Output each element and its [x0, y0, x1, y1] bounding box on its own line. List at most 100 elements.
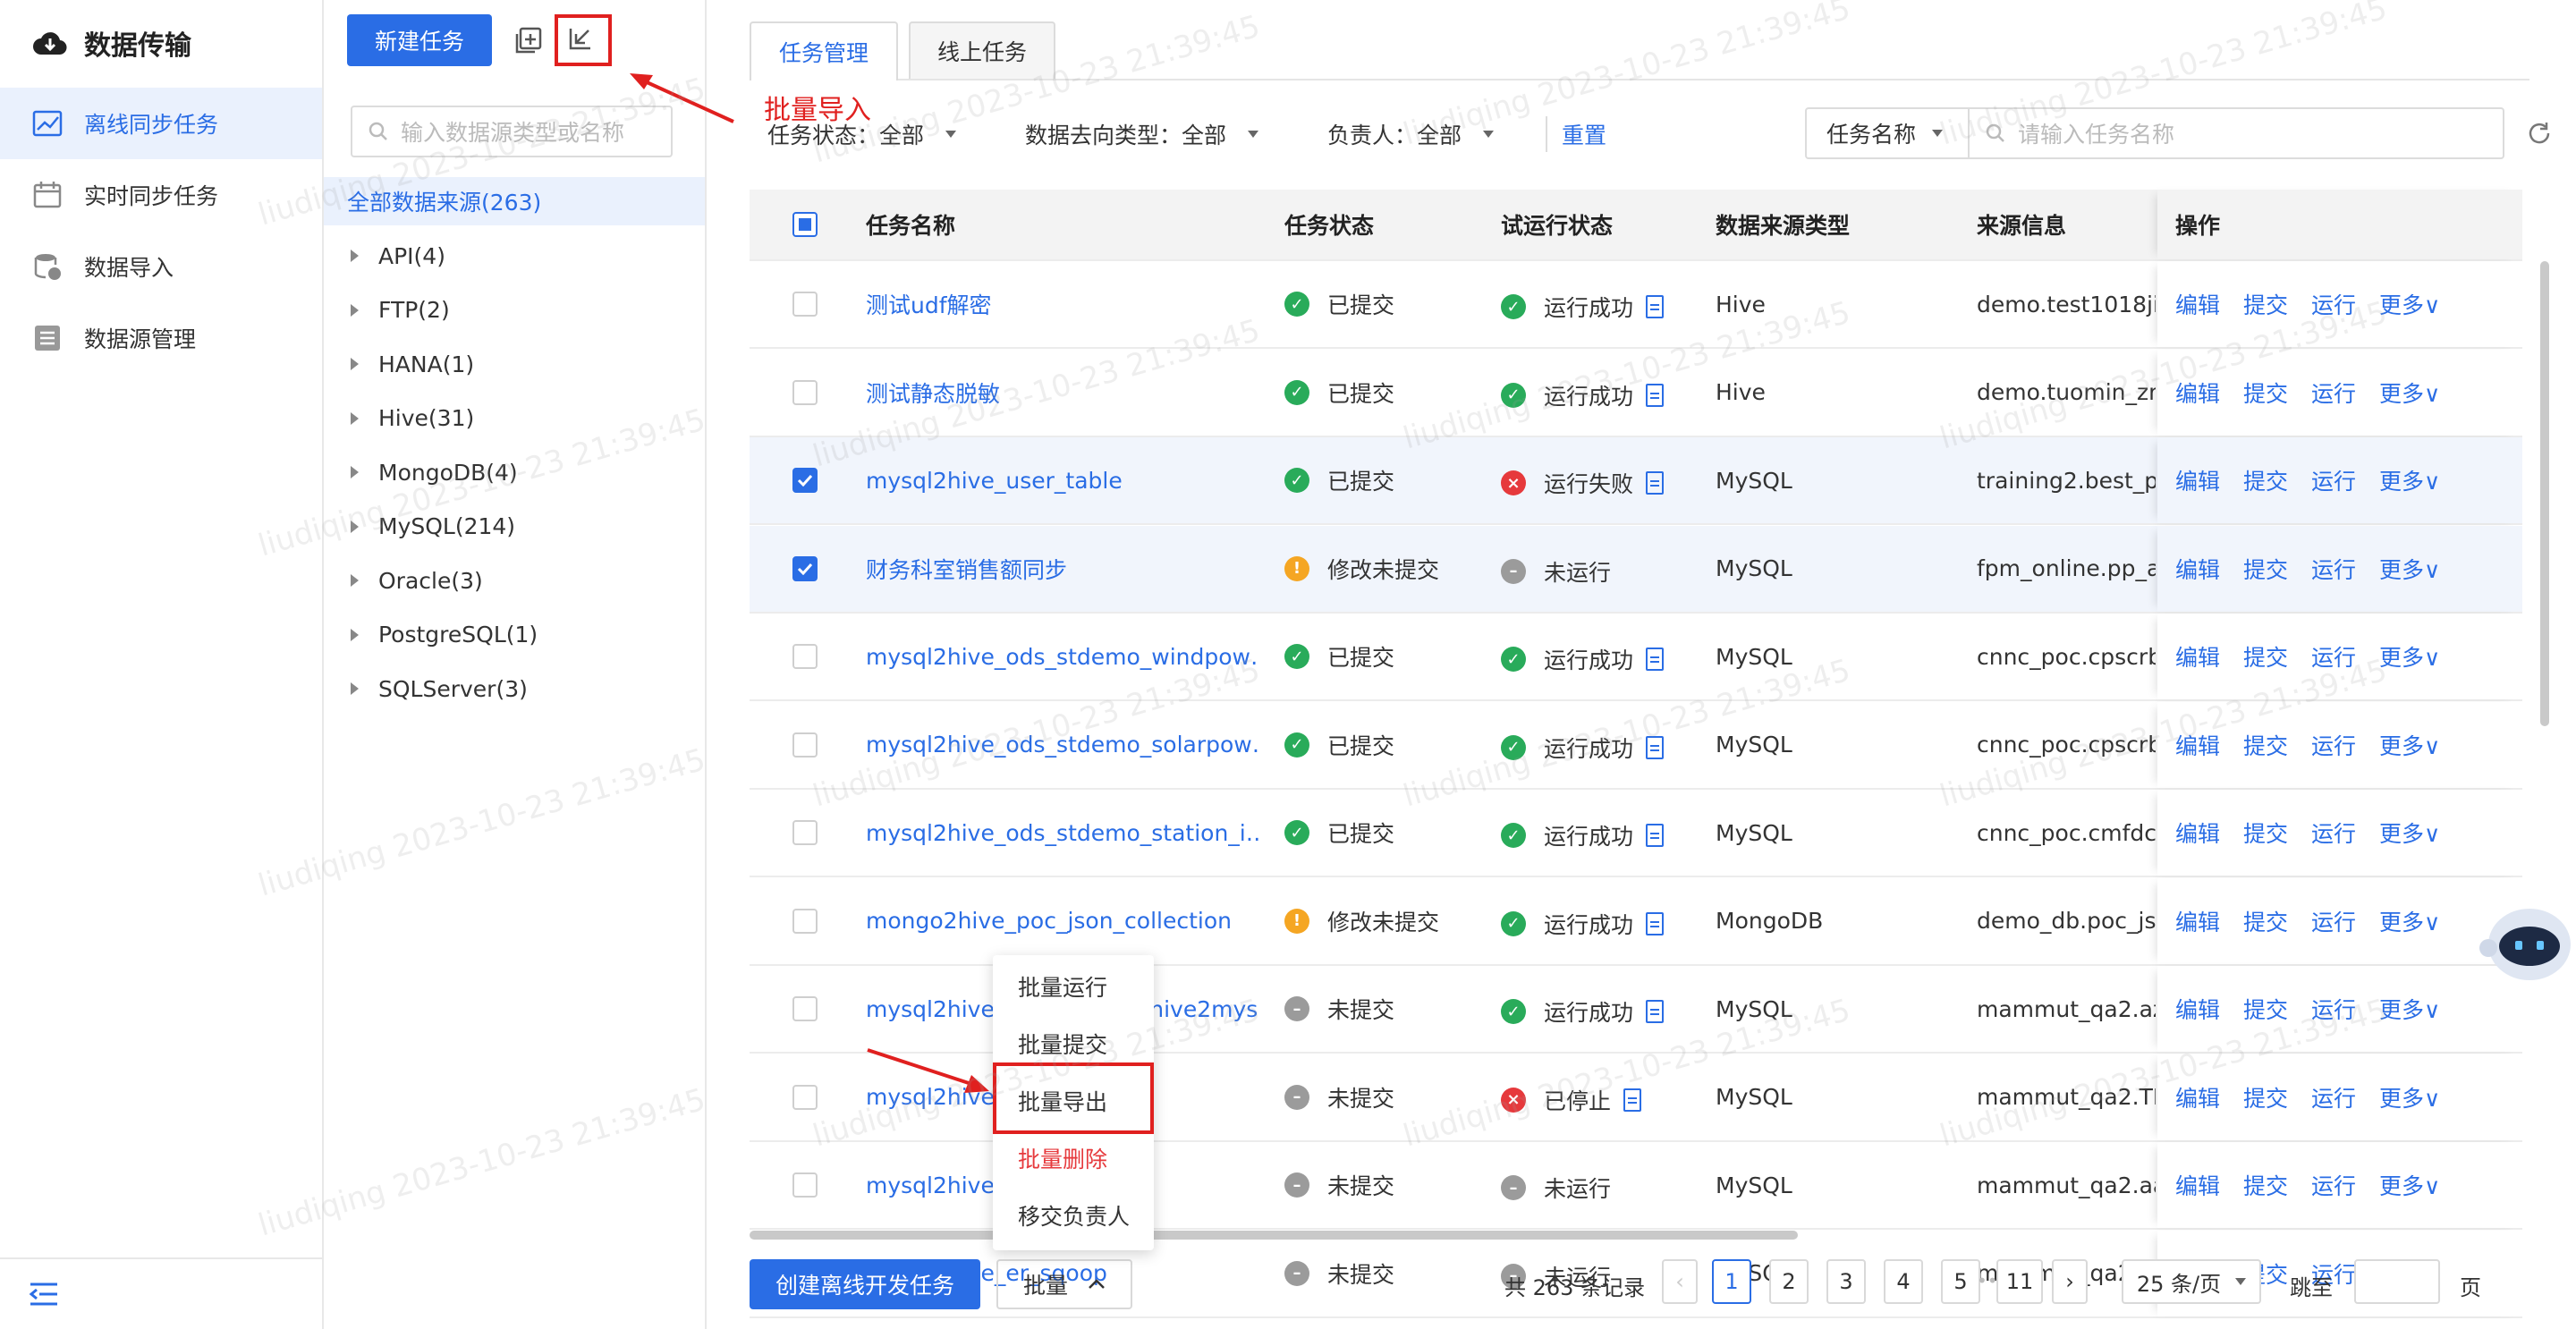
jump-page-input[interactable]: [2354, 1259, 2440, 1304]
task-name-link[interactable]: 财务科室销售额同步: [866, 526, 1259, 612]
tree-item[interactable]: FTP(2): [351, 291, 450, 330]
run-button[interactable]: 运行: [2311, 729, 2356, 761]
run-button[interactable]: 运行: [2311, 288, 2356, 320]
submit-button[interactable]: 提交: [2243, 553, 2288, 585]
more-button[interactable]: 更多∨: [2379, 288, 2440, 320]
more-button[interactable]: 更多∨: [2379, 817, 2440, 849]
tab-task-management[interactable]: 任务管理: [750, 21, 898, 80]
tree-item[interactable]: MySQL(214): [351, 507, 515, 546]
select-all-checkbox[interactable]: [792, 212, 818, 237]
submit-button[interactable]: 提交: [2243, 377, 2288, 409]
task-search-input[interactable]: 请输入任务名称: [1968, 107, 2504, 159]
search-field-select[interactable]: 任务名称: [1805, 107, 1970, 159]
row-checkbox[interactable]: [792, 292, 818, 317]
page-button[interactable]: 11: [1996, 1259, 2043, 1304]
row-select-cell[interactable]: [792, 261, 818, 347]
page-button[interactable]: 5: [1941, 1259, 1980, 1304]
page-button[interactable]: 1: [1712, 1259, 1751, 1304]
run-button[interactable]: 运行: [2311, 1169, 2356, 1201]
log-document-icon[interactable]: [1646, 735, 1665, 759]
table-vertical-scrollbar[interactable]: [2540, 261, 2549, 726]
more-button[interactable]: 更多∨: [2379, 1081, 2440, 1113]
row-select-cell[interactable]: [792, 614, 818, 699]
log-document-icon[interactable]: [1646, 471, 1665, 495]
run-button[interactable]: 运行: [2311, 1081, 2356, 1113]
edit-button[interactable]: 编辑: [2175, 1081, 2220, 1113]
tree-item[interactable]: HANA(1): [351, 344, 474, 384]
next-page-button[interactable]: ›: [2052, 1259, 2088, 1304]
new-task-button[interactable]: 新建任务: [347, 14, 492, 66]
tree-item[interactable]: PostgreSQL(1): [351, 615, 538, 655]
tree-item-all[interactable]: 全部数据来源(263): [324, 177, 705, 225]
row-checkbox[interactable]: [792, 996, 818, 1021]
more-button[interactable]: 更多∨: [2379, 905, 2440, 937]
batch-button[interactable]: 批量: [996, 1259, 1132, 1309]
row-checkbox[interactable]: [792, 555, 818, 581]
row-checkbox[interactable]: [792, 732, 818, 758]
row-select-cell[interactable]: [792, 1054, 818, 1140]
nav-item-3[interactable]: 数据源管理: [0, 302, 322, 374]
more-button[interactable]: 更多∨: [2379, 993, 2440, 1025]
row-checkbox[interactable]: [792, 644, 818, 669]
more-button[interactable]: 更多∨: [2379, 464, 2440, 496]
row-select-cell[interactable]: [792, 878, 818, 964]
submit-button[interactable]: 提交: [2243, 1169, 2288, 1201]
run-button[interactable]: 运行: [2311, 817, 2356, 849]
submit-button[interactable]: 提交: [2243, 1081, 2288, 1113]
submit-button[interactable]: 提交: [2243, 993, 2288, 1025]
edit-button[interactable]: 编辑: [2175, 905, 2220, 937]
task-name-link[interactable]: mysql2hive_ods_stdemo_station_i…: [866, 790, 1259, 876]
filter-status[interactable]: 任务状态：全部: [767, 114, 957, 154]
submit-button[interactable]: 提交: [2243, 288, 2288, 320]
edit-button[interactable]: 编辑: [2175, 817, 2220, 849]
log-document-icon[interactable]: [1623, 1088, 1642, 1112]
row-checkbox[interactable]: [792, 1084, 818, 1110]
log-document-icon[interactable]: [1646, 1000, 1665, 1023]
tree-item[interactable]: SQLServer(3): [351, 669, 528, 708]
row-checkbox[interactable]: [792, 468, 818, 493]
submit-button[interactable]: 提交: [2243, 729, 2288, 761]
more-button[interactable]: 更多∨: [2379, 553, 2440, 585]
log-document-icon[interactable]: [1646, 824, 1665, 847]
tree-item[interactable]: Oracle(3): [351, 561, 483, 600]
page-button[interactable]: 3: [1826, 1259, 1866, 1304]
row-select-cell[interactable]: [792, 702, 818, 788]
submit-button[interactable]: 提交: [2243, 905, 2288, 937]
more-button[interactable]: 更多∨: [2379, 729, 2440, 761]
row-select-cell[interactable]: [792, 350, 818, 436]
batch-delete-item[interactable]: 批量删除: [993, 1130, 1154, 1186]
prev-page-button[interactable]: ‹: [1662, 1259, 1698, 1304]
run-button[interactable]: 运行: [2311, 377, 2356, 409]
task-name-link[interactable]: mongo2hive_poc_json_collection: [866, 878, 1259, 964]
nav-item-2[interactable]: 数据导入: [0, 231, 322, 302]
edit-button[interactable]: 编辑: [2175, 377, 2220, 409]
edit-button[interactable]: 编辑: [2175, 464, 2220, 496]
run-button[interactable]: 运行: [2311, 640, 2356, 673]
edit-button[interactable]: 编辑: [2175, 1169, 2220, 1201]
more-button[interactable]: 更多∨: [2379, 1169, 2440, 1201]
tree-item[interactable]: Hive(31): [351, 399, 474, 438]
table-horizontal-scrollbar[interactable]: [750, 1231, 1798, 1240]
submit-button[interactable]: 提交: [2243, 640, 2288, 673]
task-name-link[interactable]: 测试静态脱敏: [866, 350, 1259, 436]
tree-item[interactable]: API(4): [351, 236, 445, 275]
refresh-icon[interactable]: [2526, 120, 2553, 147]
edit-button[interactable]: 编辑: [2175, 729, 2220, 761]
row-select-cell[interactable]: [792, 790, 818, 876]
row-select-cell[interactable]: [792, 1142, 818, 1228]
collapse-nav-button[interactable]: [0, 1257, 322, 1329]
row-checkbox[interactable]: [792, 908, 818, 934]
nav-item-1[interactable]: 实时同步任务: [0, 159, 322, 231]
select-all-cell[interactable]: [792, 190, 818, 259]
edit-button[interactable]: 编辑: [2175, 288, 2220, 320]
nav-item-0[interactable]: 离线同步任务: [0, 88, 322, 159]
batch-run-item[interactable]: 批量运行: [993, 959, 1154, 1014]
reset-button[interactable]: 重置: [1562, 114, 1606, 154]
run-button[interactable]: 运行: [2311, 905, 2356, 937]
log-document-icon[interactable]: [1646, 295, 1665, 318]
task-name-link[interactable]: mysql2hive_user_table: [866, 437, 1259, 523]
run-button[interactable]: 运行: [2311, 464, 2356, 496]
row-checkbox[interactable]: [792, 379, 818, 405]
submit-button[interactable]: 提交: [2243, 464, 2288, 496]
copy-add-icon[interactable]: [515, 27, 542, 54]
